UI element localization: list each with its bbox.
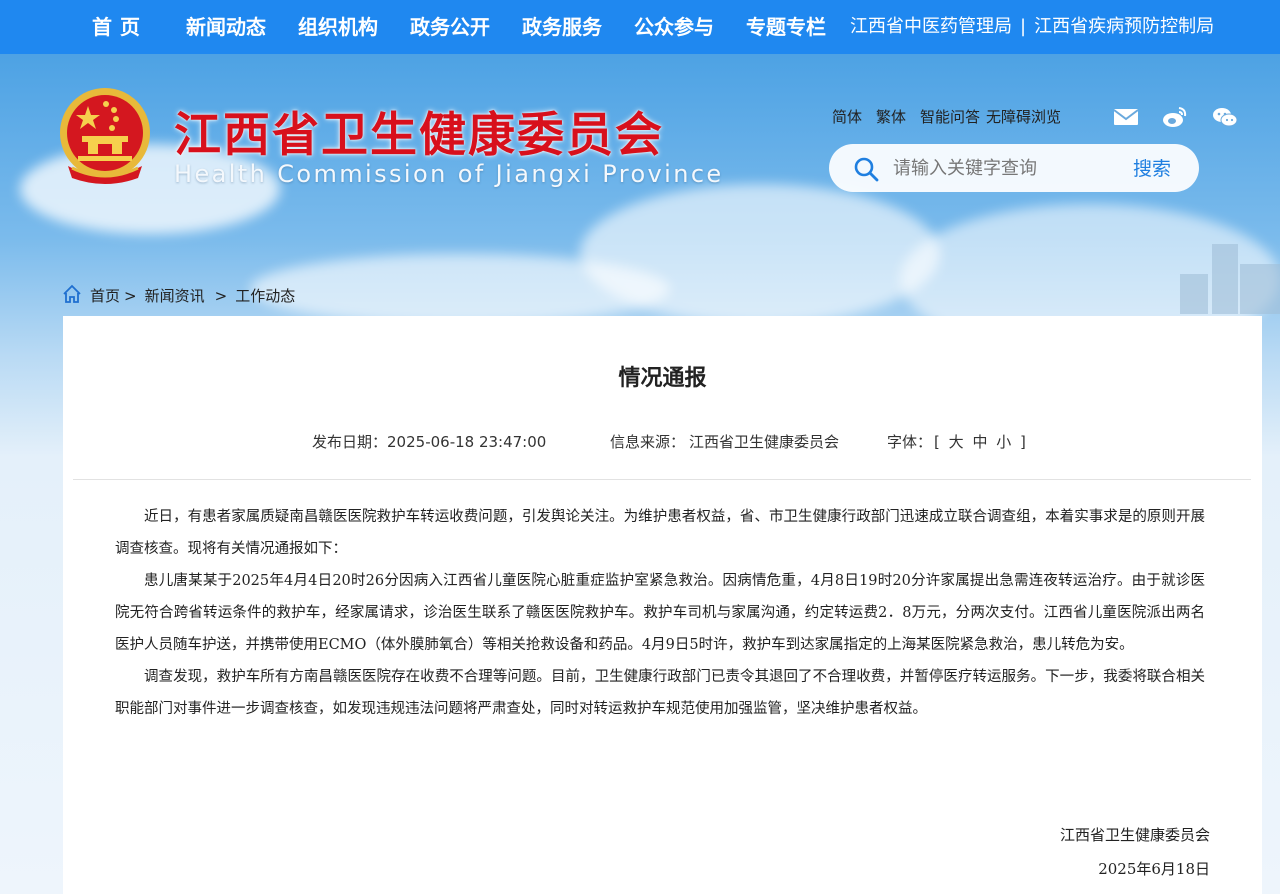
nav-separator: |	[1020, 16, 1027, 37]
tool-traditional[interactable]: 繁体	[876, 108, 906, 126]
breadcrumb-news[interactable]: 新闻资讯	[145, 287, 205, 305]
article-date: 发布日期：2025-06-18 23:47:00	[312, 431, 546, 453]
national-emblem-icon	[60, 88, 150, 184]
nav-item-organization[interactable]: 组织机构	[298, 0, 378, 54]
site-subtitle: Health Commission of Jiangxi Province	[174, 160, 724, 188]
nav-item-public-participation[interactable]: 公众参与	[634, 0, 714, 54]
breadcrumb: 首页 > 新闻资讯 > 工作动态	[62, 284, 295, 308]
font-bracket-open: [	[934, 433, 940, 451]
article-paragraph: 调查发现，救护车所有方南昌赣医医院存在收费不合理等问题。目前，卫生健康行政部门已…	[115, 669, 1205, 717]
nav-item-news[interactable]: 新闻动态	[186, 0, 266, 54]
wechat-icon[interactable]	[1212, 105, 1238, 129]
font-size-control: 字体：[ 大 中 小 ]	[887, 431, 1028, 453]
nav-item-special-topics[interactable]: 专题专栏	[746, 0, 826, 54]
site-title: 江西省卫生健康委员会	[174, 108, 664, 163]
date-label: 发布日期：	[312, 433, 388, 451]
source-value: 江西省卫生健康委员会	[689, 433, 840, 451]
nav-item-government-services[interactable]: 政务服务	[522, 0, 602, 54]
breadcrumb-separator: >	[214, 287, 228, 305]
tool-accessibility[interactable]: 无障碍浏览	[986, 108, 1061, 126]
article-signature-date: 2025年6月18日	[1098, 860, 1210, 878]
font-bracket-close: ]	[1020, 433, 1026, 451]
article-panel: 情况通报 发布日期：2025-06-18 23:47:00 信息来源： 江西省卫生…	[63, 316, 1262, 894]
font-size-medium[interactable]: 中	[972, 433, 987, 451]
nav-item-government-affairs[interactable]: 政务公开	[410, 0, 490, 54]
link-tcm-bureau[interactable]: 江西省中医药管理局	[850, 16, 1012, 37]
top-navigation: 首页 新闻动态 组织机构 政务公开 政务服务 公众参与 专题专栏 江西省中医药管…	[0, 0, 1280, 54]
breadcrumb-work-updates[interactable]: 工作动态	[235, 287, 295, 305]
divider	[73, 479, 1251, 480]
article-source: 信息来源： 江西省卫生健康委员会	[610, 431, 839, 453]
weibo-icon[interactable]	[1162, 105, 1188, 129]
search-bar: 搜索	[829, 144, 1199, 192]
nav-item-home[interactable]: 首页	[92, 0, 148, 54]
article-paragraph: 患儿唐某某于2025年4月4日20时26分因病入江西省儿童医院心脏重症监护室紧急…	[115, 573, 1205, 653]
link-cdc-bureau[interactable]: 江西省疾病预防控制局	[1034, 16, 1214, 37]
article-title: 情况通报	[618, 366, 707, 391]
header-tools: 简体 繁体 智能问答 无障碍浏览	[832, 104, 1075, 130]
search-input[interactable]	[891, 152, 1111, 184]
article-signature: 江西省卫生健康委员会	[1059, 826, 1210, 844]
font-label: 字体：	[887, 433, 933, 451]
search-button[interactable]: 搜索	[1127, 144, 1177, 192]
article-paragraph: 近日，有患者家属质疑南昌赣医医院救护车转运收费问题，引发舆论关注。为维护患者权益…	[115, 509, 1205, 557]
nav-related-links: 江西省中医药管理局 | 江西省疾病预防控制局	[850, 0, 1214, 54]
mail-icon[interactable]	[1113, 105, 1139, 129]
source-label: 信息来源：	[610, 433, 686, 451]
article-body: 近日，有患者家属质疑南昌赣医医院救护车转运收费问题，引发舆论关注。为维护患者权益…	[115, 501, 1205, 725]
search-icon[interactable]	[853, 156, 879, 182]
font-size-large[interactable]: 大	[949, 433, 964, 451]
home-icon	[63, 284, 81, 303]
date-value: 2025-06-18 23:47:00	[387, 433, 547, 451]
breadcrumb-separator: >	[124, 287, 137, 305]
font-size-small[interactable]: 小	[996, 433, 1011, 451]
tool-smart-qa[interactable]: 智能问答	[920, 108, 980, 126]
tool-simplified[interactable]: 简体	[832, 108, 862, 126]
breadcrumb-home[interactable]: 首页	[90, 287, 120, 305]
